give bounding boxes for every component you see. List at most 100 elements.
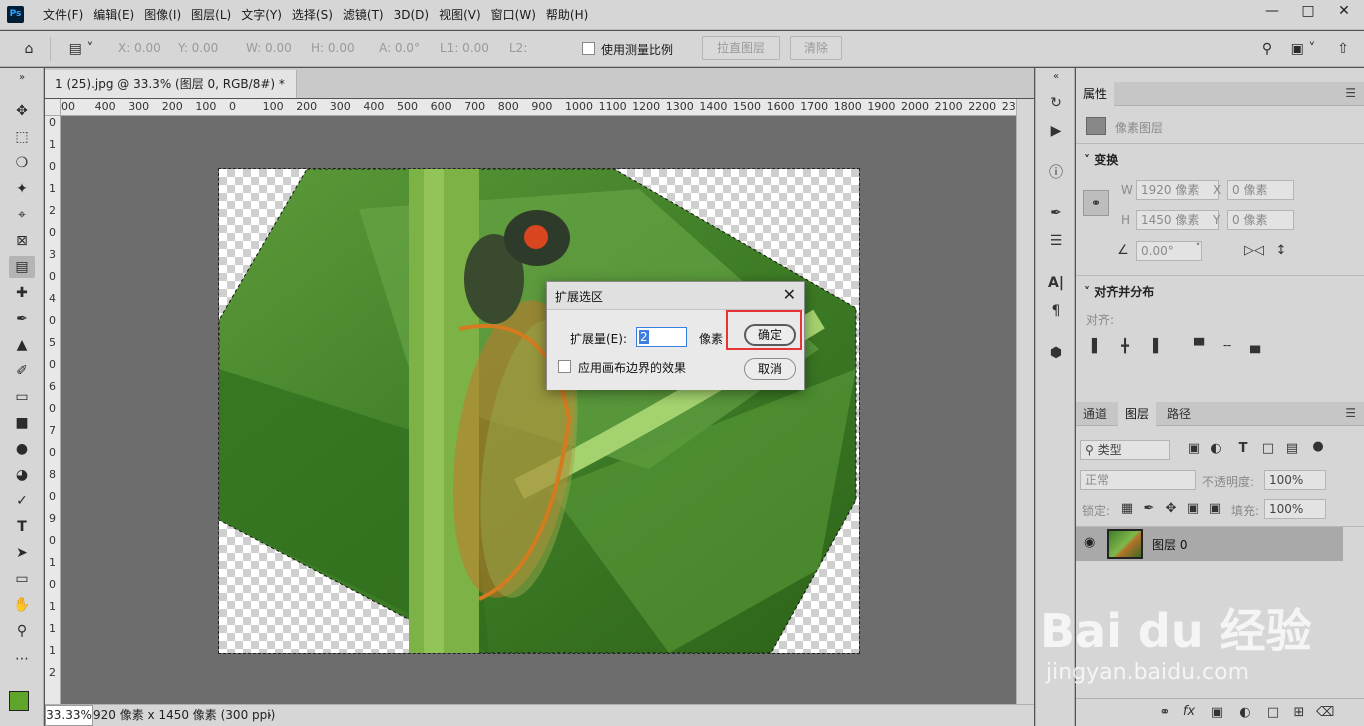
- delete-layer-icon[interactable]: ⌫: [1316, 705, 1334, 720]
- tab-layers[interactable]: 图层: [1118, 402, 1157, 426]
- chevron-right-icon[interactable]: ›: [267, 705, 272, 725]
- paragraph-icon[interactable]: ¶: [1044, 300, 1068, 322]
- lock-image-icon[interactable]: ✒: [1140, 501, 1158, 516]
- lasso-tool-icon[interactable]: ❍: [9, 152, 35, 174]
- menu-filter[interactable]: 滤镜(T): [338, 0, 389, 30]
- align-bottom-icon[interactable]: ▄: [1246, 339, 1264, 354]
- share-icon[interactable]: ⇧: [1330, 38, 1356, 60]
- menu-view[interactable]: 视图(V): [434, 0, 486, 30]
- flip-vertical-icon[interactable]: ↕: [1272, 243, 1290, 258]
- filter-shape-icon[interactable]: □: [1259, 441, 1277, 456]
- lock-artboard-icon[interactable]: ▣: [1184, 501, 1202, 516]
- vertical-scrollbar[interactable]: [1016, 99, 1034, 704]
- clone-stamp-tool-icon[interactable]: ▲: [9, 334, 35, 356]
- adjustment-layer-icon[interactable]: ◐: [1236, 705, 1254, 720]
- actions-play-icon[interactable]: ▶: [1044, 120, 1068, 142]
- document-info[interactable]: 920 像素 x 1450 像素 (300 ppi): [93, 705, 275, 725]
- flip-horizontal-icon[interactable]: ▷◁: [1244, 243, 1264, 258]
- link-icon[interactable]: ⚭: [1083, 190, 1109, 216]
- home-icon[interactable]: ⌂: [16, 38, 42, 60]
- straighten-layer-button[interactable]: 拉直图层: [702, 36, 780, 60]
- search-icon[interactable]: ⚲: [1254, 38, 1280, 60]
- blur-tool-icon[interactable]: ●: [9, 438, 35, 460]
- chevron-down-icon[interactable]: ˅: [1189, 243, 1207, 253]
- healing-brush-tool-icon[interactable]: ✚: [9, 282, 35, 304]
- vertical-ruler[interactable]: 0 1 0 1 2 0 3 0 4 0 5 0 6 0 7 0 8 0 9 0 1 0 1 1 1 2: [45, 116, 61, 704]
- horizontal-ruler[interactable]: 00 400 300 200 100 0 100 200 300 400 500 600 700 800 9…: [61, 99, 1016, 116]
- layer-row[interactable]: ◉ 图层 0: [1076, 527, 1343, 561]
- more-tools-icon[interactable]: ⋯: [9, 648, 35, 670]
- layers-panel-menu-icon[interactable]: ☰: [1345, 406, 1356, 420]
- type-tool-icon[interactable]: T: [9, 516, 35, 538]
- menu-layer[interactable]: 图层(L): [186, 0, 236, 30]
- hand-tool-icon[interactable]: ✋: [9, 594, 35, 616]
- panel-menu-icon[interactable]: ☰: [1345, 86, 1356, 100]
- menu-file[interactable]: 文件(F): [38, 0, 88, 30]
- align-left-icon[interactable]: ▌: [1088, 339, 1106, 354]
- menu-select[interactable]: 选择(S): [287, 0, 338, 30]
- opacity-input[interactable]: 100%: [1264, 470, 1326, 490]
- align-center-h-icon[interactable]: ╋: [1116, 339, 1134, 354]
- maximize-icon[interactable]: □: [1290, 0, 1326, 22]
- rectangle-tool-icon[interactable]: ▭: [9, 568, 35, 590]
- measure-scale-checkbox[interactable]: [582, 42, 595, 55]
- layer-mask-icon[interactable]: ▣: [1208, 705, 1226, 720]
- pen-tool-icon[interactable]: ✓: [9, 490, 35, 512]
- width-input[interactable]: 1920 像素: [1136, 180, 1219, 200]
- filter-type-icon[interactable]: T: [1234, 441, 1252, 456]
- filter-pixel-icon[interactable]: ▣: [1185, 441, 1203, 456]
- zoom-level-field[interactable]: 33.33%: [45, 705, 93, 726]
- minimize-icon[interactable]: —: [1254, 0, 1290, 22]
- menu-image[interactable]: 图像(I): [139, 0, 186, 30]
- path-selection-tool-icon[interactable]: ➤: [9, 542, 35, 564]
- group-icon[interactable]: □: [1264, 705, 1282, 720]
- layer-filter-select[interactable]: ⚲ 类型: [1080, 440, 1170, 460]
- height-input[interactable]: 1450 像素: [1136, 210, 1219, 230]
- tab-paths[interactable]: 路径: [1160, 402, 1198, 426]
- document-canvas[interactable]: [218, 168, 860, 654]
- clear-button[interactable]: 清除: [790, 36, 842, 60]
- magic-wand-tool-icon[interactable]: ✦: [9, 178, 35, 200]
- align-section-title[interactable]: ˅ 对齐并分布: [1084, 283, 1154, 300]
- document-tab[interactable]: 1 (25).jpg @ 33.3% (图层 0, RGB/8#) * ×: [45, 70, 297, 119]
- eraser-tool-icon[interactable]: ▭: [9, 386, 35, 408]
- filter-toggle-icon[interactable]: ●: [1309, 439, 1327, 454]
- frame-tool-icon[interactable]: ⊠: [9, 230, 35, 252]
- foreground-color-swatch[interactable]: [9, 691, 29, 711]
- collapse-toolbar-icon[interactable]: »: [9, 72, 35, 83]
- brushes-icon[interactable]: ✒: [1044, 202, 1068, 224]
- align-center-v-icon[interactable]: ╌: [1218, 339, 1236, 354]
- dialog-close-icon[interactable]: ✕: [783, 285, 796, 304]
- brush-tool-icon[interactable]: ✒: [9, 308, 35, 330]
- lock-all-icon[interactable]: ▣: [1206, 501, 1224, 516]
- tab-properties[interactable]: 属性: [1076, 82, 1115, 106]
- move-tool-icon[interactable]: ✥: [9, 100, 35, 122]
- apply-canvas-bounds-checkbox[interactable]: [558, 360, 571, 373]
- history-brush-tool-icon[interactable]: ✐: [9, 360, 35, 382]
- x-input[interactable]: 0 像素: [1227, 180, 1294, 200]
- transform-section-title[interactable]: ˅ 变换: [1084, 151, 1118, 168]
- ruler-tool-icon[interactable]: ▤: [9, 256, 35, 278]
- gradient-tool-icon[interactable]: ■: [9, 412, 35, 434]
- blend-mode-select[interactable]: 正常: [1080, 470, 1196, 490]
- align-right-icon[interactable]: ▐: [1144, 339, 1162, 354]
- dodge-tool-icon[interactable]: ◕: [9, 464, 35, 486]
- new-layer-icon[interactable]: ⊞: [1290, 705, 1308, 720]
- menu-3d[interactable]: 3D(D): [389, 0, 434, 30]
- menu-window[interactable]: 窗口(W): [486, 0, 541, 30]
- adjustments-icon[interactable]: ☰: [1044, 230, 1068, 252]
- character-icon[interactable]: A|: [1044, 272, 1068, 294]
- lock-position-icon[interactable]: ✥: [1162, 501, 1180, 516]
- workspace-icon[interactable]: ▣ ˅: [1286, 38, 1320, 60]
- ruler-tool-preset-icon[interactable]: ▤ ˅: [62, 38, 100, 60]
- filter-smart-object-icon[interactable]: ▤: [1283, 441, 1301, 456]
- history-icon[interactable]: ↻: [1044, 92, 1068, 114]
- align-top-icon[interactable]: ▀: [1190, 339, 1208, 354]
- 3d-icon[interactable]: ⬢: [1044, 342, 1068, 364]
- link-layers-icon[interactable]: ⚭: [1156, 705, 1174, 720]
- filter-adjustment-icon[interactable]: ◐: [1207, 441, 1225, 456]
- tab-channels[interactable]: 通道: [1076, 402, 1114, 426]
- marquee-tool-icon[interactable]: ⬚: [9, 126, 35, 148]
- layer-style-icon[interactable]: fx: [1180, 704, 1198, 719]
- lock-transparent-icon[interactable]: ▦: [1118, 501, 1136, 516]
